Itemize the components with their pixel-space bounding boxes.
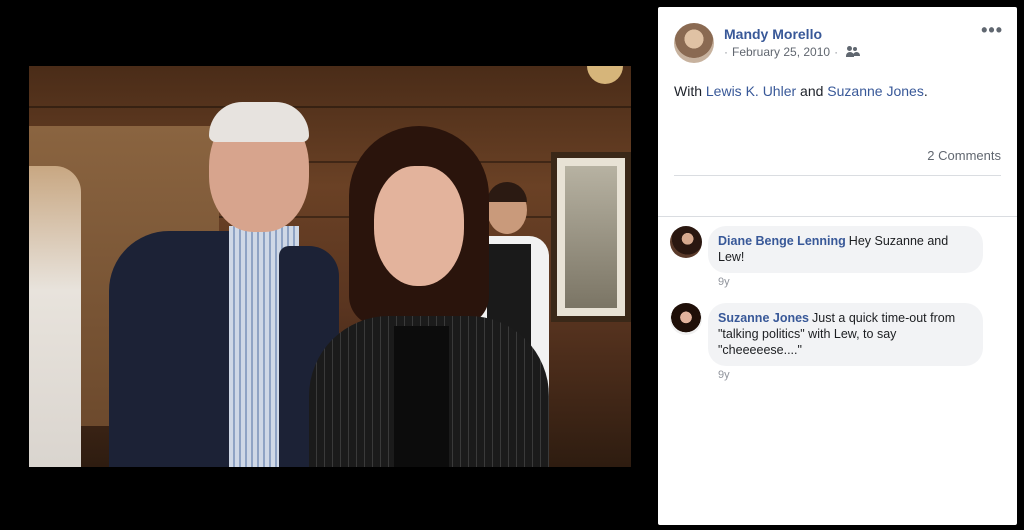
comment-text: "cheeeeese...."	[718, 343, 802, 357]
comment-text: Lew!	[718, 250, 745, 264]
post-caption: With Lewis K. Uhler and Suzanne Jones.	[674, 83, 928, 99]
tag-lewis-uhler[interactable]: Lewis K. Uhler	[706, 83, 796, 99]
author-avatar[interactable]	[674, 23, 714, 63]
comment-text: Just a quick time-out from	[812, 311, 956, 325]
comment-bubble: Diane Benge Lenning Hey Suzanne and Lew!	[708, 226, 983, 273]
post-meta: · February 25, 2010 ·	[724, 45, 861, 59]
comment-timestamp[interactable]: 9y	[718, 276, 730, 288]
comment-text: "talking politics" with Lew, to say	[718, 327, 897, 341]
commenter-name[interactable]: Diane Benge Lenning	[718, 234, 846, 248]
author-name[interactable]: Mandy Morello	[724, 26, 822, 42]
commenter-avatar[interactable]	[670, 226, 702, 258]
commenter-avatar[interactable]	[670, 303, 702, 335]
post-date[interactable]: February 25, 2010	[732, 45, 830, 59]
commenter-name[interactable]: Suzanne Jones	[718, 311, 809, 325]
post-details-panel: Mandy Morello · February 25, 2010 · ••• …	[658, 7, 1017, 525]
comment-timestamp[interactable]: 9y	[718, 369, 730, 381]
tag-suzanne-jones[interactable]: Suzanne Jones	[827, 83, 924, 99]
comments-count-link[interactable]: 2 Comments	[927, 148, 1001, 163]
comment-text: Hey Suzanne and	[848, 234, 949, 248]
photo-viewer	[0, 0, 658, 530]
post-header: Mandy Morello · February 25, 2010 ·	[674, 23, 1004, 63]
divider	[658, 216, 1017, 217]
more-options-button[interactable]: •••	[981, 21, 1003, 39]
comment-bubble: Suzanne Jones Just a quick time-out from …	[708, 303, 983, 366]
post-photo[interactable]	[29, 66, 631, 467]
friends-icon[interactable]	[846, 46, 861, 58]
divider	[674, 175, 1001, 176]
